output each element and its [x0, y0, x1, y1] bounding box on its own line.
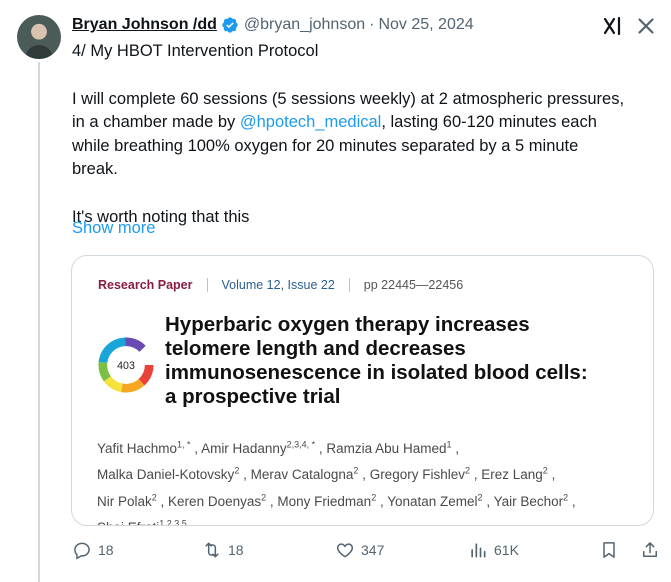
repost-count: 18 [228, 542, 244, 558]
tweet-text-line: in a chamber made by @hpotech_medical, l… [72, 111, 662, 135]
author-affiliation-sup: 2,3,4, * [286, 439, 316, 449]
altmetric-donut-icon: 403 [98, 337, 154, 393]
author-separator: , [190, 440, 202, 456]
tweet-text-line: It's worth noting that this [72, 207, 250, 226]
views-count: 61K [494, 542, 519, 558]
author-separator: , [239, 467, 251, 482]
more-icon[interactable] [633, 13, 659, 39]
tweet-text-fragment: , lasting 60-120 minutes each [381, 113, 597, 131]
author-name-text: Amir Hadanny [201, 440, 287, 456]
views-button[interactable]: 61K [468, 540, 519, 560]
author-entry: Yonatan Zemel2 , [387, 492, 494, 509]
author-affiliation-sup: 1, * [177, 439, 191, 449]
tweet-text-line: I will complete 60 sessions (5 sessions … [72, 89, 625, 108]
avatar[interactable] [17, 15, 61, 59]
paper-volume: Volume 12, Issue 22 [221, 278, 335, 292]
author-separator: , [156, 493, 169, 509]
author-separator: , [547, 467, 556, 482]
paper-title-line: telomere length and decreases [165, 337, 466, 360]
reply-button[interactable]: 18 [72, 540, 114, 560]
author-name-text: Mony Friedman [277, 493, 372, 509]
paper-meta: Research Paper Volume 12, Issue 22 pp 22… [98, 278, 463, 292]
meta-divider [206, 278, 208, 292]
author-name[interactable]: Bryan Johnson /dd [72, 16, 217, 34]
author-name-text: Yair Bechor [493, 493, 564, 509]
tweet-text: 4/ My HBOT Intervention Protocol I will … [72, 40, 662, 229]
author-name-text: Yafit Hachmo [97, 440, 178, 456]
share-icon [643, 542, 657, 557]
paper-title-line: immunosenescence in isolated blood cells… [165, 361, 588, 384]
meta-divider [348, 278, 350, 292]
tweet-text-line: break. [72, 160, 118, 178]
verified-badge-icon [222, 17, 238, 33]
author-separator: , [266, 493, 278, 509]
author-separator: , [451, 440, 459, 456]
author-separator: , [315, 440, 327, 456]
author-entry: Gregory Fishlev2 , [369, 466, 482, 483]
tweet-text-line: while breathing 100% oxygen for 20 minut… [72, 136, 579, 155]
tweet-text-fragment: in a chamber made by [72, 113, 240, 131]
paper-title: Hyperbaric oxygen therapy increases telo… [165, 313, 635, 409]
separator-dot: · [369, 16, 375, 33]
reply-icon [74, 542, 90, 560]
views-icon [471, 543, 486, 558]
author-entry: Ramzia Abu Hamed1 , [326, 439, 459, 456]
author-entry: Mony Friedman2 , [277, 492, 388, 509]
like-count: 347 [361, 542, 385, 558]
repost-icon [205, 542, 219, 558]
author-entry: Malka Daniel-Kotovsky2 , [97, 466, 251, 483]
author-entry: Yafit Hachmo1, * , [97, 439, 202, 456]
author-separator: , [482, 493, 494, 509]
author-separator: , [568, 493, 576, 509]
tweet-actions: 18 18 347 61K [72, 540, 660, 566]
author-separator: , [376, 493, 388, 509]
author-entry: Erez Lang2 , [481, 466, 556, 483]
heart-icon [336, 543, 354, 558]
author-name-text: Yonatan Zemel [387, 493, 478, 509]
tweet-header: Bryan Johnson /dd @bryan_johnson · Nov 2… [72, 14, 474, 36]
paper-title-line: Hyperbaric oxygen therapy increases [165, 313, 530, 336]
author-name-text: Erez Lang [481, 467, 543, 482]
author-line: Shai Efrati1,2,3,5 [97, 513, 647, 526]
thread-line [38, 62, 40, 582]
show-more-link[interactable]: Show more [72, 219, 155, 238]
author-line: Malka Daniel-Kotovsky2 , Merav Catalogna… [97, 460, 647, 487]
altmetric-score: 403 [117, 360, 135, 372]
author-name-text: Malka Daniel-Kotovsky [97, 467, 235, 482]
author-name-text: Keren Doenyas [168, 493, 262, 509]
author-entry: Keren Doenyas2 , [168, 492, 278, 509]
author-affiliation-sup: 1,2,3,5 [159, 518, 187, 526]
author-name-text: Shai Efrati [97, 520, 159, 525]
author-entry: Nir Polak2 , [97, 492, 169, 509]
mention-link[interactable]: @hpotech_medical [240, 113, 382, 131]
bookmark-button[interactable] [599, 540, 625, 560]
author-line: Yafit Hachmo1, * , Amir Hadanny2,3,4, * … [97, 433, 647, 460]
author-name-text: Merav Catalogna [250, 467, 354, 482]
paper-pages: pp 22445—22456 [363, 278, 464, 292]
share-button[interactable] [640, 540, 666, 560]
author-separator: , [469, 467, 482, 482]
grok-icon[interactable] [601, 14, 625, 38]
reply-count: 18 [98, 542, 114, 558]
author-handle[interactable]: @bryan_johnson [244, 16, 365, 34]
repost-button[interactable]: 18 [202, 540, 244, 560]
author-line: Nir Polak2 , Keren Doenyas2 , Mony Fried… [97, 486, 647, 513]
media-card[interactable]: Research Paper Volume 12, Issue 22 pp 22… [71, 255, 654, 526]
author-name-text: Gregory Fishlev [369, 467, 465, 482]
author-entry: Yair Bechor2 , [493, 492, 576, 509]
tweet-date[interactable]: Nov 25, 2024 [378, 16, 473, 34]
author-separator: , [358, 467, 370, 482]
tweet-text-line: 4/ My HBOT Intervention Protocol [72, 42, 319, 60]
author-entry: Merav Catalogna2 , [250, 466, 370, 483]
author-entry: Amir Hadanny2,3,4, * , [201, 439, 327, 456]
paper-type-label: Research Paper [98, 278, 193, 292]
bookmark-icon [603, 542, 615, 558]
author-name-text: Ramzia Abu Hamed [326, 440, 447, 456]
paper-authors: Yafit Hachmo1, * , Amir Hadanny2,3,4, * … [97, 433, 647, 526]
author-entry: Shai Efrati1,2,3,5 [97, 518, 187, 526]
like-button[interactable]: 347 [335, 540, 384, 560]
paper-title-line: a prospective trial [165, 385, 341, 408]
author-name-text: Nir Polak [97, 493, 152, 509]
